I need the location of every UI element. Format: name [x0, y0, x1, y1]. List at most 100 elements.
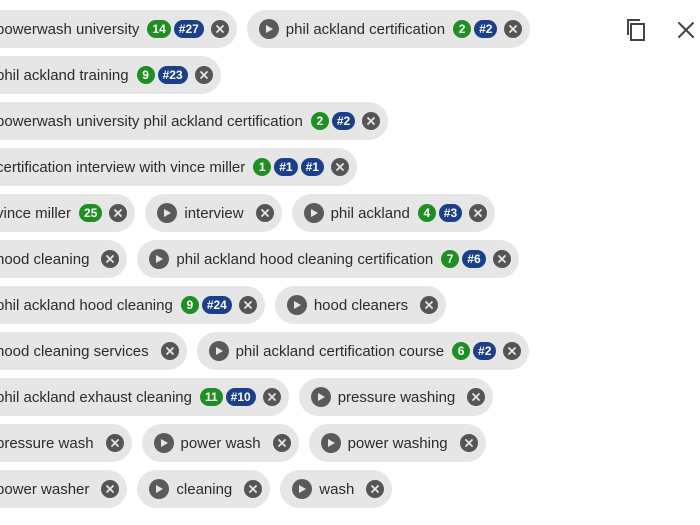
tag-label: hood cleaning services: [0, 342, 149, 360]
play-icon: [258, 19, 279, 39]
tag-label: certification interview with vince mille…: [0, 158, 246, 176]
remove-tag-icon[interactable]: [330, 158, 349, 176]
rank-badge: #3: [438, 204, 463, 222]
remove-tag-icon[interactable]: [210, 20, 229, 38]
tag-chip[interactable]: power wash: [141, 424, 299, 462]
tag-chip[interactable]: phil ackland certification 2 #2: [246, 10, 531, 48]
tag-chip[interactable]: vince miller 25: [0, 194, 136, 232]
play-icon: [149, 249, 170, 269]
remove-tag-icon[interactable]: [101, 250, 120, 268]
tag-row: powerwash university 14 #27 phil ackland ce…: [0, 10, 594, 48]
tag-label: power washer: [0, 480, 90, 498]
tag-chip[interactable]: wash: [280, 470, 393, 508]
remove-tag-icon[interactable]: [255, 204, 274, 222]
tag-chip[interactable]: phil ackland 4 #3: [291, 194, 496, 232]
tag-chip[interactable]: cleaning: [137, 470, 271, 508]
count-badge: 14: [147, 20, 171, 38]
count-badge: 25: [79, 204, 103, 222]
tag-chip[interactable]: interview: [145, 194, 282, 232]
remove-tag-icon[interactable]: [272, 434, 291, 452]
play-icon: [303, 203, 324, 223]
tag-chip[interactable]: hood cleaners: [274, 286, 447, 324]
tag-label: phil ackland: [330, 204, 410, 222]
remove-tag-icon[interactable]: [244, 480, 263, 498]
close-icon[interactable]: [672, 16, 700, 44]
rank-badge: #2: [473, 342, 497, 360]
tag-chip[interactable]: power washer: [0, 470, 128, 508]
rank-badge: #2: [474, 20, 498, 38]
tag-chip[interactable]: phil ackland hood cleaning 9 #24: [0, 286, 265, 324]
rank-badge: #1: [274, 158, 298, 176]
rank-badge: #6: [462, 250, 486, 268]
tag-chip[interactable]: hood cleaning: [0, 240, 128, 278]
tag-chip[interactable]: power washing: [308, 424, 486, 462]
tag-label: phil ackland training: [0, 66, 129, 84]
remove-tag-icon[interactable]: [492, 250, 511, 268]
tag-label: phil ackland hood cleaning: [0, 296, 173, 314]
tag-row: certification interview with vince mille…: [0, 148, 594, 186]
remove-tag-icon[interactable]: [262, 388, 281, 406]
tag-chip[interactable]: powerwash university 14 #27: [0, 10, 237, 48]
play-icon: [149, 479, 170, 499]
remove-tag-icon[interactable]: [160, 342, 179, 360]
tag-label: powerwash university phil ackland certif…: [0, 112, 303, 130]
rank-badge: #2: [331, 112, 356, 130]
tag-row: vince miller 25 interview phil ackland 4 #3: [0, 194, 594, 232]
play-icon: [153, 433, 174, 453]
play-icon: [310, 387, 331, 407]
tag-label: pressure wash: [0, 434, 94, 452]
remove-tag-icon[interactable]: [467, 388, 486, 406]
count-badge: 9: [180, 296, 199, 314]
tag-label: phil ackland exhaust cleaning: [0, 388, 192, 406]
rank-badge: #1: [300, 158, 324, 176]
play-icon: [320, 433, 341, 453]
remove-tag-icon[interactable]: [105, 434, 124, 452]
remove-tag-icon[interactable]: [469, 204, 488, 222]
tag-chip[interactable]: pressure washing: [298, 378, 494, 416]
play-icon: [286, 295, 307, 315]
play-icon: [157, 203, 178, 223]
count-badge: 9: [136, 66, 155, 84]
remove-tag-icon[interactable]: [459, 434, 478, 452]
copy-icon[interactable]: [622, 16, 650, 44]
count-badge: 7: [441, 250, 460, 268]
remove-tag-icon[interactable]: [503, 342, 522, 360]
remove-tag-icon[interactable]: [109, 204, 128, 222]
tag-row: hood cleaning services phil ackland certi…: [0, 332, 594, 370]
tag-label: hood cleaners: [313, 296, 409, 314]
tag-label: pressure washing: [337, 388, 456, 406]
count-badge: 2: [453, 20, 472, 38]
remove-tag-icon[interactable]: [420, 296, 439, 314]
tag-chip[interactable]: phil ackland hood cleaning certification…: [137, 240, 519, 278]
tag-row: pressure wash power wash power washing: [0, 424, 594, 462]
count-badge: 1: [253, 158, 272, 176]
tag-chip[interactable]: phil ackland exhaust cleaning 11 #10: [0, 378, 289, 416]
tag-label: power washing: [347, 434, 448, 452]
tag-label: power wash: [180, 434, 261, 452]
remove-tag-icon[interactable]: [366, 480, 385, 498]
tag-label: powerwash university: [0, 20, 140, 38]
tag-label: wash: [319, 480, 355, 498]
count-badge: 11: [199, 388, 223, 406]
count-badge: 4: [417, 204, 436, 222]
rank-badge: #10: [225, 388, 256, 406]
tag-row: phil ackland exhaust cleaning 11 #10 pressu…: [0, 378, 594, 416]
remove-tag-icon[interactable]: [194, 66, 213, 84]
toolbar: [622, 16, 700, 44]
tag-chip[interactable]: powerwash university phil ackland certif…: [0, 102, 389, 140]
tag-label: cleaning: [176, 480, 233, 498]
tag-list: powerwash university 14 #27 phil ackland ce…: [0, 10, 594, 516]
tag-label: hood cleaning: [0, 250, 90, 268]
tag-chip[interactable]: phil ackland training 9 #23: [0, 56, 221, 94]
count-badge: 6: [452, 342, 471, 360]
remove-tag-icon[interactable]: [101, 480, 120, 498]
remove-tag-icon[interactable]: [362, 112, 381, 130]
tag-chip[interactable]: hood cleaning services: [0, 332, 187, 370]
tag-label: interview: [184, 204, 244, 222]
remove-tag-icon[interactable]: [504, 20, 523, 38]
tag-chip[interactable]: phil ackland certification course 6 #2: [196, 332, 530, 370]
tag-row: phil ackland hood cleaning 9 #24 hood clean…: [0, 286, 594, 324]
tag-chip[interactable]: certification interview with vince mille…: [0, 148, 357, 186]
tag-chip[interactable]: pressure wash: [0, 424, 132, 462]
remove-tag-icon[interactable]: [238, 296, 257, 314]
